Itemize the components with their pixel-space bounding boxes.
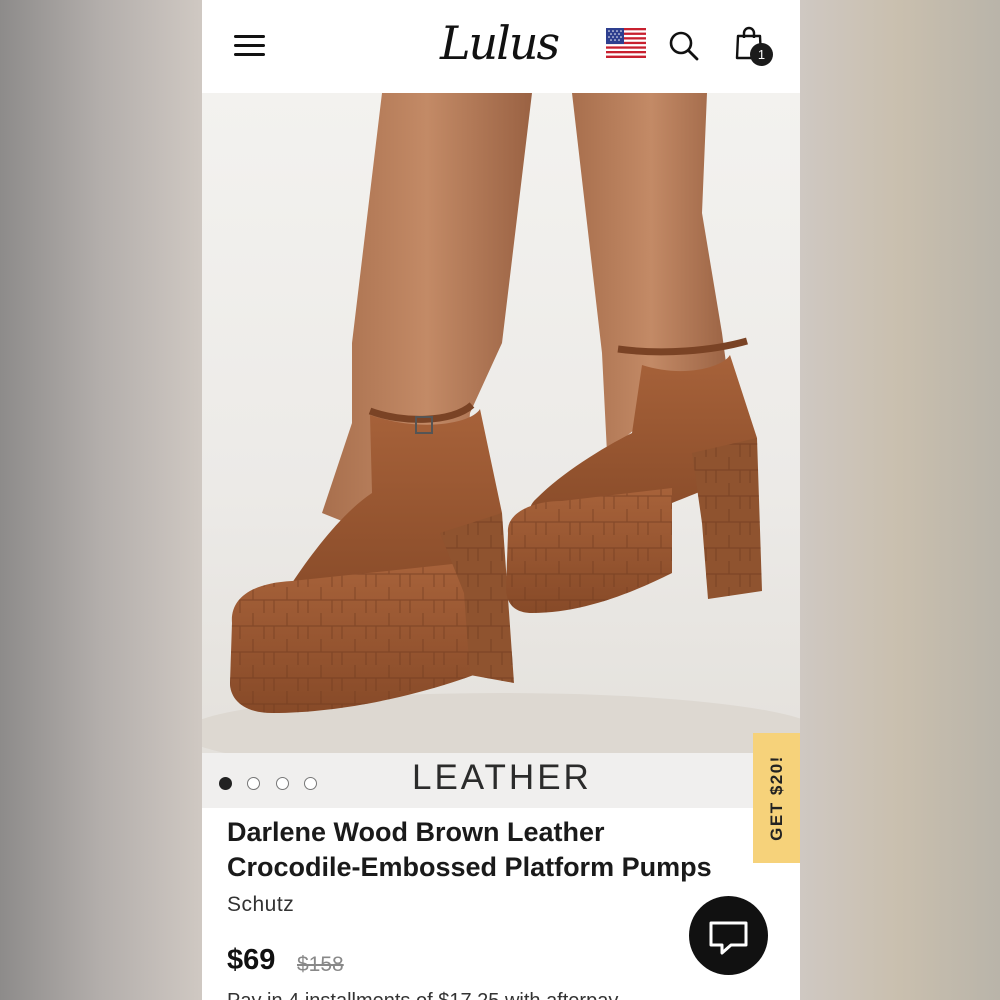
chat-button[interactable] [689,896,768,975]
sale-price: $69 [227,944,276,976]
carousel-dot-4[interactable] [304,777,317,790]
carousel-dot-3[interactable] [276,777,289,790]
promo-label: GET $20! [766,755,786,841]
afterpay-installments[interactable]: Pay in 4 installments of $17.25 with aft… [227,990,787,1000]
product-image[interactable] [202,93,800,753]
lulus-logo[interactable]: Lulus [440,14,562,74]
product-title: Darlene Wood Brown Leather Crocodile-Emb… [227,815,757,885]
get-20-promo-tab[interactable]: GET $20! [753,733,800,863]
product-brand[interactable]: Schutz [227,893,294,917]
product-title-line2: Crocodile-Embossed Platform Pumps [227,852,712,882]
product-title-line1: Darlene Wood Brown Leather [227,817,605,847]
carousel-dot-1[interactable] [219,777,232,790]
carousel-dot-2[interactable] [247,777,260,790]
material-label: LEATHER [412,758,592,797]
mobile-page: Lulus 1 LEATHER GET $20! Darlene Wood Br… [202,0,800,1000]
original-price: $158 [297,953,344,976]
search-icon[interactable] [668,30,700,62]
shopping-bag-icon[interactable]: 1 [734,26,778,68]
chat-bubble-icon [709,921,748,955]
cart-count-badge: 1 [750,43,773,66]
site-header: Lulus 1 [202,0,800,93]
logo-text: Lulus [440,16,560,70]
us-flag-icon[interactable] [606,28,646,58]
hamburger-menu-icon[interactable] [234,33,266,59]
